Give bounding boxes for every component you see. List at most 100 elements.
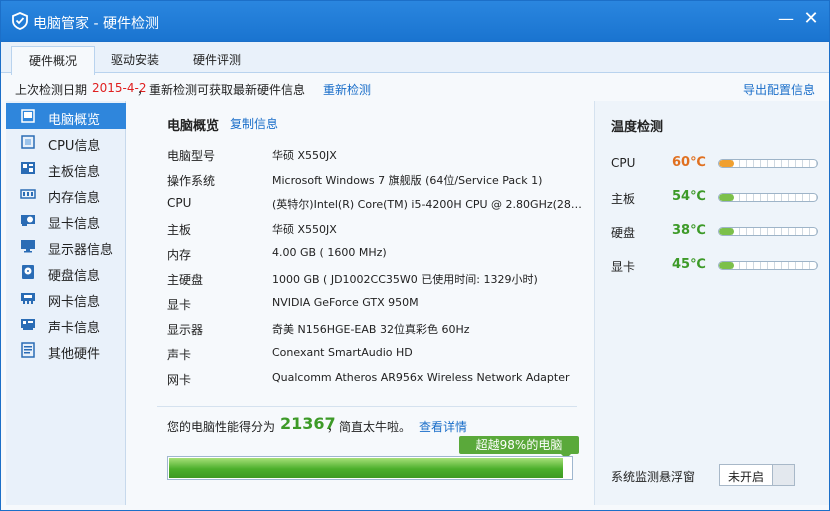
toggle-state-label: 未开启 [728, 470, 765, 484]
temp-label: CPU [611, 156, 636, 170]
spec-row-sound: 声卡 Conexant SmartAudio HD [167, 346, 587, 364]
sidebar-item-motherboard[interactable]: 主板信息 [6, 155, 126, 181]
recheck-note: ，重新检测可获取最新硬件信息 [137, 83, 306, 97]
sidebar-item-other-hardware[interactable]: 其他硬件 [6, 337, 126, 363]
temp-gauge-fill [719, 262, 734, 269]
spec-label: 内存 [167, 248, 192, 262]
spec-value: (英特尔)Intel(R) Core(TM) i5-4200H CPU @ 2.… [272, 198, 582, 211]
spec-label: 电脑型号 [167, 149, 216, 163]
spec-row-main-disk: 主硬盘 1000 GB ( JD1002CC35W0 已使用时间: 1329小时… [167, 271, 587, 289]
temp-gauge [718, 261, 818, 270]
spec-value: Conexant SmartAudio HD [272, 346, 413, 359]
sidebar-item-label: 电脑概览 [48, 113, 101, 128]
motherboard-icon [21, 162, 35, 174]
spec-label: 主硬盘 [167, 273, 204, 287]
score-progress-fill [169, 458, 563, 478]
spec-value: 华硕 X550JX [272, 223, 337, 236]
sidebar-item-label: 硬盘信息 [48, 269, 101, 284]
temp-label: 主板 [611, 192, 636, 206]
sidebar-item-label: 显卡信息 [48, 217, 101, 232]
close-icon[interactable]: ✕ [800, 9, 822, 31]
spec-value: 4.00 GB ( 1600 MHz) [272, 246, 387, 259]
temp-value: 45℃ [672, 257, 706, 272]
spec-row-motherboard: 主板 华硕 X550JX [167, 221, 587, 239]
divider [157, 406, 577, 407]
export-config-link[interactable]: 导出配置信息 [743, 81, 815, 98]
score-suffix: ，简直太牛啦。 [327, 420, 412, 434]
temp-gauge-fill [719, 228, 734, 235]
temp-gauge-fill [719, 160, 734, 167]
tab-hardware-overview[interactable]: 硬件概况 [11, 46, 95, 75]
cpu-icon [21, 135, 35, 149]
score-progress-bar [167, 456, 573, 480]
toggle-knob [772, 465, 794, 485]
temp-value: 54℃ [672, 189, 706, 204]
float-window-toggle[interactable]: 未开启 [719, 464, 795, 486]
spec-row-os: 操作系统 Microsoft Windows 7 旗舰版 (64位/Servic… [167, 172, 587, 190]
sidebar-item-memory[interactable]: 内存信息 [6, 181, 126, 207]
info-bar: 上次检测日期 2015-4-2 ，重新检测可获取最新硬件信息 重新检测 导出配置… [1, 73, 829, 101]
spec-value: 奇美 N156HGE-EAB 32位真彩色 60Hz [272, 323, 470, 336]
minimize-icon[interactable]: — [775, 9, 797, 31]
spec-label: 显卡 [167, 298, 192, 312]
sidebar-item-label: 内存信息 [48, 191, 101, 206]
sidebar-item-overview[interactable]: 电脑概览 [6, 103, 126, 129]
spec-label: 操作系统 [167, 174, 216, 188]
section-title: 电脑概览 [167, 119, 220, 134]
sidebar-item-monitor[interactable]: 显示器信息 [6, 233, 126, 259]
overview-icon [21, 109, 35, 123]
temp-gauge [718, 193, 818, 202]
temp-gauge-fill [719, 194, 734, 201]
monitor-icon [21, 240, 35, 253]
network-card-icon [21, 293, 35, 304]
spec-row-model: 电脑型号 华硕 X550JX [167, 147, 587, 165]
recheck-link[interactable]: 重新检测 [323, 81, 371, 98]
temp-value: 38℃ [672, 223, 706, 238]
copy-info-link[interactable]: 复制信息 [230, 115, 278, 132]
shield-logo-icon [12, 12, 28, 30]
overview-panel: 电脑概览 复制信息 电脑型号 华硕 X550JX 操作系统 Microsoft … [127, 101, 593, 505]
sidebar-item-graphics-card[interactable]: 显卡信息 [6, 207, 126, 233]
title-bar: 电脑管家 - 硬件检测 — ✕ [1, 1, 829, 41]
sidebar-item-cpu[interactable]: CPU信息 [6, 129, 126, 155]
tab-bar: 硬件概况 驱动安装 硬件评测 [1, 41, 829, 75]
score-prefix: 您的电脑性能得分为 [167, 420, 276, 434]
beat-percent-badge: 超越98%的电脑 [459, 436, 579, 459]
sidebar-item-label: 网卡信息 [48, 295, 101, 310]
hardware-check-window: 电脑管家 - 硬件检测 — ✕ 硬件概况 驱动安装 硬件评测 上次检测日期 20… [0, 0, 830, 511]
sound-card-icon [21, 319, 35, 330]
temp-label: 硬盘 [611, 226, 636, 240]
spec-value: Microsoft Windows 7 旗舰版 (64位/Service Pac… [272, 174, 543, 187]
sidebar-item-sound-card[interactable]: 声卡信息 [6, 311, 126, 337]
sidebar-item-label: 显示器信息 [48, 243, 114, 258]
sidebar-item-hard-disk[interactable]: 硬盘信息 [6, 259, 126, 285]
temp-label: 显卡 [611, 260, 636, 274]
spec-row-memory: 内存 4.00 GB ( 1600 MHz) [167, 246, 587, 264]
spec-label: 主板 [167, 223, 192, 237]
temp-row-cpu: CPU 60℃ [595, 153, 829, 173]
last-check-label: 上次检测日期 [15, 83, 88, 97]
tab-hardware-benchmark[interactable]: 硬件评测 [175, 46, 259, 74]
view-details-link[interactable]: 查看详情 [419, 418, 467, 435]
tab-driver-install[interactable]: 驱动安装 [93, 46, 177, 74]
sidebar-item-label: 声卡信息 [48, 321, 101, 336]
spec-row-network: 网卡 Qualcomm Atheros AR956x Wireless Netw… [167, 371, 587, 389]
temp-gauge [718, 227, 818, 236]
hard-disk-icon [22, 265, 34, 279]
temp-gauge [718, 159, 818, 168]
spec-row-cpu: CPU (英特尔)Intel(R) Core(TM) i5-4200H CPU … [167, 196, 587, 214]
sidebar-item-label: CPU信息 [48, 139, 101, 154]
sidebar: 电脑概览 CPU信息 主板信息 内存信息 显卡信息 显示器信息 硬盘信息 网卡信… [6, 101, 126, 505]
temp-row-hard-disk: 硬盘 38℃ [595, 221, 829, 241]
spec-label: 显示器 [167, 323, 204, 337]
temperature-title: 温度检测 [611, 120, 664, 135]
temp-value: 60℃ [672, 155, 706, 170]
graphics-card-icon [21, 215, 35, 226]
spec-label: 声卡 [167, 348, 192, 362]
sidebar-item-label: 主板信息 [48, 165, 101, 180]
temp-row-graphics: 显卡 45℃ [595, 255, 829, 275]
spec-label: CPU [167, 196, 192, 210]
spec-value: Qualcomm Atheros AR956x Wireless Network… [272, 371, 570, 384]
float-window-label: 系统监测悬浮窗 [611, 470, 696, 484]
sidebar-item-network-card[interactable]: 网卡信息 [6, 285, 126, 311]
